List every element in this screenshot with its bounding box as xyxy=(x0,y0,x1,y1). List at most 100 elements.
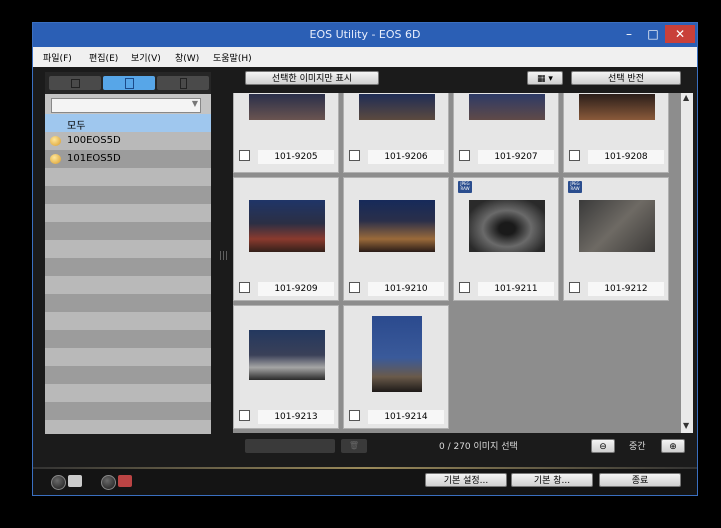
splitter-handle[interactable]: ||| xyxy=(219,251,228,261)
show-selected-only-button[interactable]: 선택한 이미지만 표시 xyxy=(245,71,379,85)
thumbnail-101-9214[interactable]: 101-9214 xyxy=(343,305,449,429)
scroll-down-icon[interactable]: ▼ xyxy=(683,421,689,430)
zoom-in-button[interactable]: ⊕ xyxy=(661,439,685,453)
select-checkbox[interactable] xyxy=(459,282,470,293)
tree-item-101eos5d[interactable]: 101EOS5D xyxy=(45,150,211,168)
thumbnail-label: 101-9211 xyxy=(478,282,554,296)
thumbnail-101-9211[interactable]: JPEG RAW 101-9211 xyxy=(453,177,559,301)
maximize-button[interactable]: □ xyxy=(641,25,665,43)
tree-empty-row xyxy=(45,348,211,366)
thumbnail-101-9205[interactable]: 101-9205 xyxy=(233,93,339,173)
folder-icon xyxy=(50,154,61,164)
quit-button[interactable]: 종료 xyxy=(599,473,681,487)
select-checkbox[interactable] xyxy=(459,150,470,161)
tree-item-all[interactable]: 모두 xyxy=(45,114,211,132)
tree-item-label: 101EOS5D xyxy=(67,153,121,164)
camera-icon xyxy=(68,475,82,487)
tree-empty-row xyxy=(45,240,211,258)
thumbnail-label: 101-9212 xyxy=(588,282,664,296)
thumbnail-label: 101-9208 xyxy=(588,150,664,164)
thumbnail-grid: 101-9205 101-9206 101-9207 101-9208 101-… xyxy=(233,93,681,433)
select-checkbox[interactable] xyxy=(349,410,360,421)
browser-status-bar: 🗑 0 / 270 이미지 선택 ⊖ 중간 ⊕ xyxy=(229,433,697,459)
tab-card[interactable] xyxy=(157,76,209,90)
thumbnail-101-9208[interactable]: 101-9208 xyxy=(563,93,669,173)
tab-camera[interactable] xyxy=(49,76,101,90)
preferences-button[interactable]: 기본 설정... xyxy=(425,473,507,487)
title-bar: EOS Utility - EOS 6D – □ ✕ xyxy=(33,23,697,47)
window-footer: 기본 설정... 기본 창... 종료 xyxy=(33,467,697,495)
sort-button[interactable]: ▦ ▾ xyxy=(527,71,563,85)
jpeg-raw-badge: JPEG RAW xyxy=(458,181,472,193)
select-checkbox[interactable] xyxy=(569,282,580,293)
thumbnail-101-9209[interactable]: 101-9209 xyxy=(233,177,339,301)
tree-empty-row xyxy=(45,384,211,402)
zoom-in-icon: ⊕ xyxy=(669,442,677,452)
photo-image xyxy=(249,330,325,380)
menu-view[interactable]: 보기(V) xyxy=(131,51,161,64)
chevron-down-icon: ▼ xyxy=(191,99,198,108)
thumbnail-101-9213[interactable]: 101-9213 xyxy=(233,305,339,429)
badge-line: RAW xyxy=(460,186,470,191)
photo-image xyxy=(372,316,422,392)
minimize-button[interactable]: – xyxy=(617,25,641,43)
tree-empty-row xyxy=(45,168,211,186)
thumbnail-101-9212[interactable]: JPEG RAW 101-9212 xyxy=(563,177,669,301)
thumbnail-101-9210[interactable]: 101-9210 xyxy=(343,177,449,301)
folder-icon xyxy=(50,136,61,146)
menu-edit[interactable]: 편집(E) xyxy=(89,51,118,64)
thumbnail-label: 101-9214 xyxy=(368,410,444,424)
select-checkbox[interactable] xyxy=(239,282,250,293)
folder-filter-select[interactable]: ▼ xyxy=(51,98,201,113)
tree-empty-row xyxy=(45,204,211,222)
thumbnail-label: 101-9213 xyxy=(258,410,334,424)
main-window-button[interactable]: 기본 창... xyxy=(511,473,593,487)
close-button[interactable]: ✕ xyxy=(665,25,695,43)
select-checkbox[interactable] xyxy=(239,410,250,421)
vertical-scrollbar[interactable]: ▲ ▼ xyxy=(681,93,693,433)
tree-item-100eos5d[interactable]: 100EOS5D xyxy=(45,132,211,150)
window-title: EOS Utility - EOS 6D xyxy=(309,28,421,41)
footer-divider xyxy=(33,467,697,469)
photo-image xyxy=(469,94,545,120)
card-tab-icon xyxy=(180,78,187,89)
zoom-out-icon: ⊖ xyxy=(599,442,607,452)
app-window: EOS Utility - EOS 6D – □ ✕ 파일(F) 편집(E) 보… xyxy=(32,22,698,496)
thumbnail-label: 101-9210 xyxy=(368,282,444,296)
menu-bar: 파일(F) 편집(E) 보기(V) 창(W) 도움말(H) xyxy=(33,47,697,67)
scroll-up-icon[interactable]: ▲ xyxy=(683,93,689,102)
menu-help[interactable]: 도움말(H) xyxy=(213,51,252,64)
folder-panel: ▼ 모두 100EOS5D 101EOS5D xyxy=(45,72,211,434)
tree-item-label: 모두 xyxy=(67,121,86,132)
zoom-out-button[interactable]: ⊖ xyxy=(591,439,615,453)
thumbnail-101-9206[interactable]: 101-9206 xyxy=(343,93,449,173)
menu-window[interactable]: 창(W) xyxy=(175,51,199,64)
thumbnail-label: 101-9207 xyxy=(478,150,554,164)
zoom-level-label: 중간 xyxy=(629,442,646,452)
photo-image xyxy=(579,94,655,120)
photo-image xyxy=(359,200,435,252)
select-checkbox[interactable] xyxy=(349,150,360,161)
select-checkbox[interactable] xyxy=(569,150,580,161)
thumbnail-101-9207[interactable]: 101-9207 xyxy=(453,93,559,173)
panel-tabs xyxy=(45,72,211,94)
thumbnail-label: 101-9206 xyxy=(368,150,444,164)
select-checkbox[interactable] xyxy=(239,150,250,161)
camera-settings-knob[interactable] xyxy=(51,475,66,490)
trash-icon: 🗑 xyxy=(348,441,360,450)
badge-line: RAW xyxy=(570,186,580,191)
invert-selection-button[interactable]: 선택 반전 xyxy=(571,71,681,85)
select-checkbox[interactable] xyxy=(349,282,360,293)
photo-image xyxy=(579,200,655,252)
photo-image xyxy=(469,200,545,252)
tree-item-label: 100EOS5D xyxy=(67,135,121,146)
camera-tab-icon xyxy=(71,79,80,88)
selection-count: 0 / 270 이미지 선택 xyxy=(439,442,518,452)
folder-tab-icon xyxy=(125,78,134,89)
tab-folders[interactable] xyxy=(103,76,155,90)
tree-empty-row xyxy=(45,276,211,294)
thumbnail-label: 101-9209 xyxy=(258,282,334,296)
remote-shooting-knob[interactable] xyxy=(101,475,116,490)
menu-file[interactable]: 파일(F) xyxy=(43,51,72,64)
sort-icon: ▦ ▾ xyxy=(537,74,553,84)
